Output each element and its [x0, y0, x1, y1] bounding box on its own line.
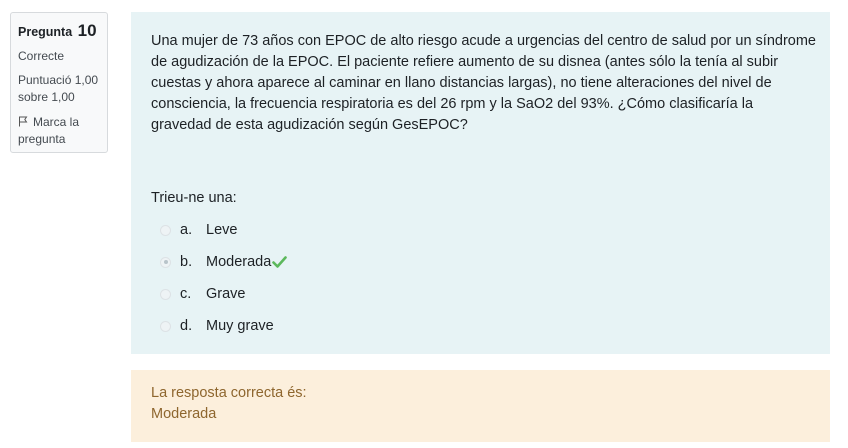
- flag-icon: [18, 115, 33, 129]
- question-state: Correcte: [18, 49, 65, 63]
- feedback-title: La resposta correcta és:: [151, 385, 307, 401]
- correct-answer-feedback: La resposta correcta és: Moderada: [131, 370, 830, 442]
- option-letter: c.: [180, 286, 192, 302]
- flag-label-line-1: Marca la: [33, 115, 80, 129]
- radio-option-d[interactable]: [160, 320, 171, 332]
- radio-option-a[interactable]: [160, 224, 171, 236]
- option-letter: a.: [180, 222, 193, 238]
- answer-option-b[interactable]: b. Moderada: [151, 246, 830, 278]
- answer-option-a[interactable]: a. Leve: [151, 214, 830, 246]
- question-label: Pregunta: [18, 25, 73, 39]
- grade-line-2: sobre 1,00: [18, 90, 75, 104]
- option-letter: d.: [180, 318, 193, 334]
- option-letter: b.: [180, 254, 193, 270]
- flag-label-line-2: pregunta: [18, 132, 66, 146]
- question-text: Una mujer de 73 años con EPOC de alto ri…: [151, 33, 816, 133]
- option-label: Grave: [206, 286, 246, 302]
- option-label: Muy grave: [206, 318, 274, 334]
- question-number-heading: Pregunta 10: [18, 21, 107, 41]
- question-grade: Puntuació 1,00 sobre 1,00: [18, 72, 107, 106]
- grade-line-1: Puntuació 1,00: [18, 73, 99, 87]
- radio-option-c[interactable]: [160, 288, 171, 300]
- answer-option-c[interactable]: c. Grave: [151, 278, 830, 310]
- question-info-panel: Pregunta 10 Correcte Puntuació 1,00 sobr…: [10, 12, 108, 153]
- check-icon: [272, 256, 288, 268]
- question-content: Una mujer de 73 años con EPOC de alto ri…: [131, 12, 830, 354]
- answer-options: a. Leve b. Moderada c. Grave d. Muy grav…: [151, 214, 830, 342]
- question-number: 10: [77, 21, 97, 40]
- feedback-answer: Moderada: [151, 406, 217, 422]
- answer-option-d[interactable]: d. Muy grave: [151, 310, 830, 342]
- option-label: Leve: [206, 222, 238, 238]
- radio-option-b[interactable]: [160, 256, 171, 268]
- option-label: Moderada: [206, 254, 272, 270]
- answer-prompt: Trieu-ne una:: [151, 190, 237, 206]
- flag-question-link[interactable]: Marca la pregunta: [18, 114, 107, 148]
